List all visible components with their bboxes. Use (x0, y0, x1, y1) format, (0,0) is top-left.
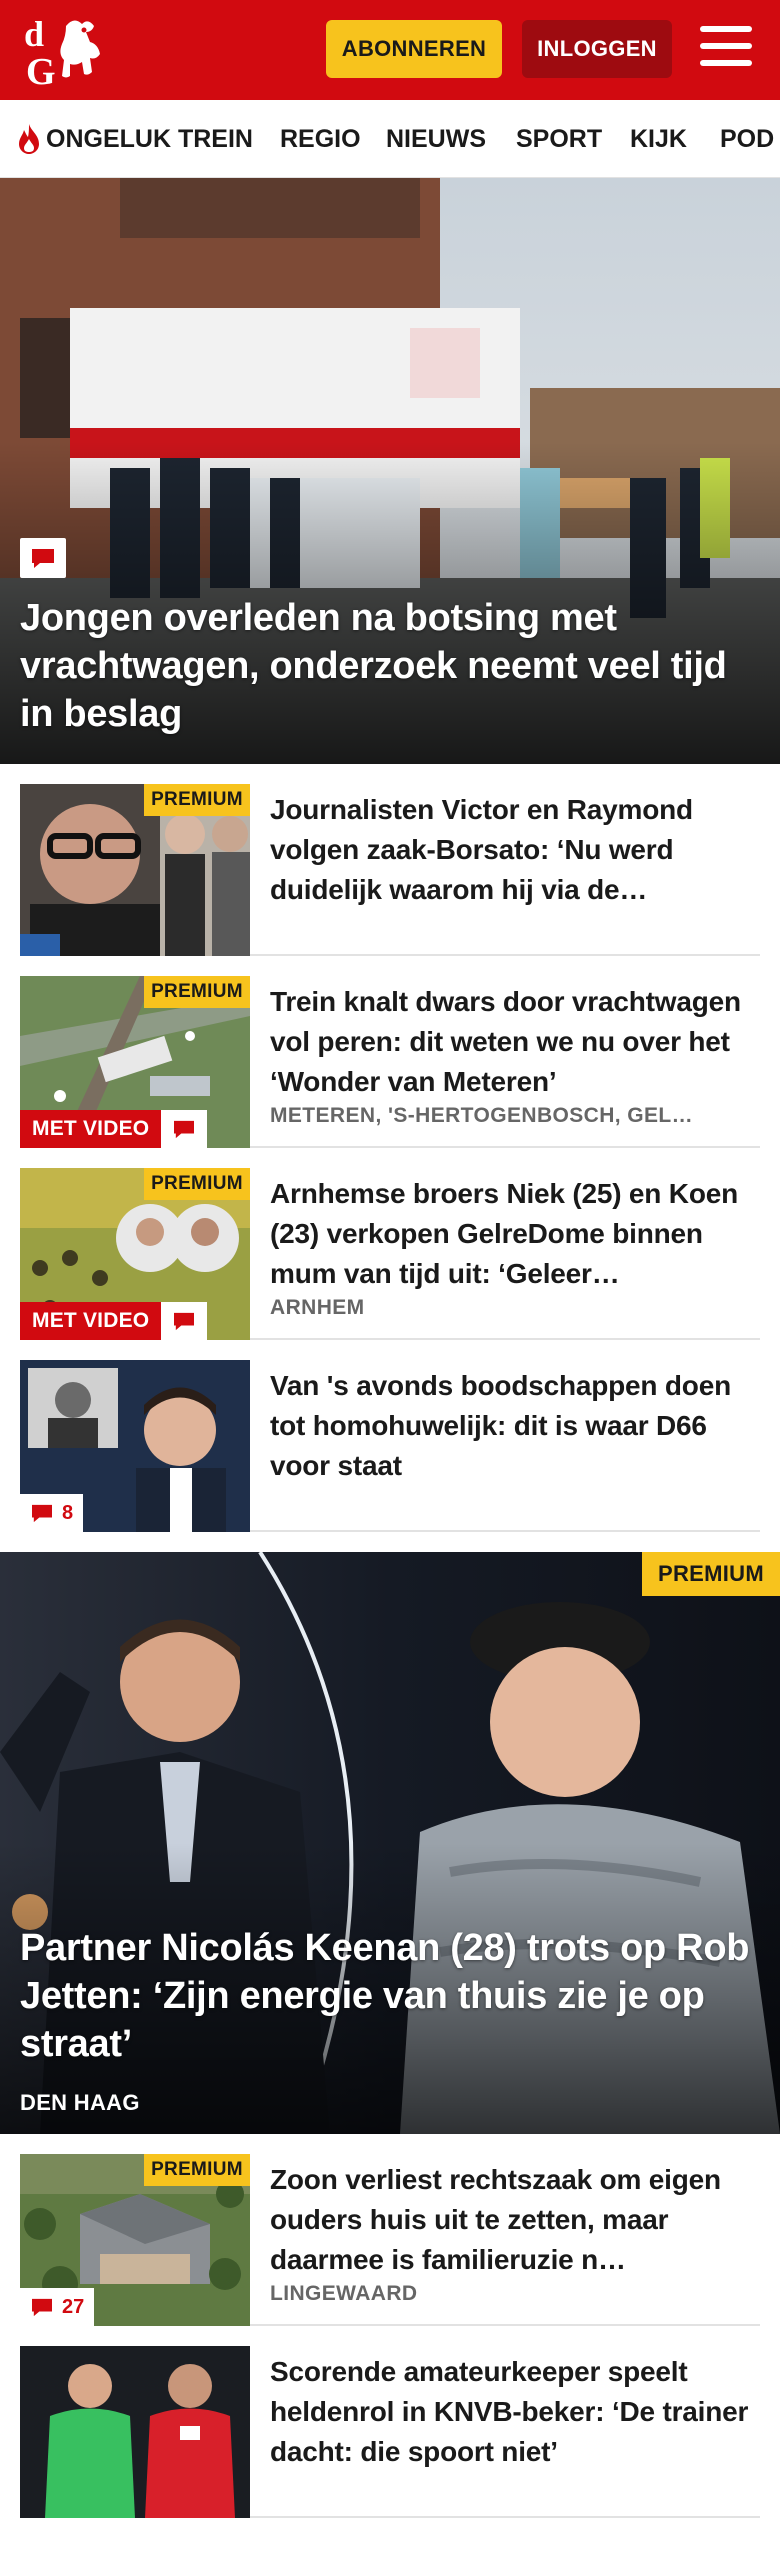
hero-title[interactable]: Jongen overleden na botsing met vrachtwa… (20, 594, 760, 738)
list-item[interactable]: PREMIUM MET VIDEO Arnhemse broers Niek (… (20, 1148, 760, 1340)
comment-count: 27 (62, 2295, 85, 2318)
comment-count-badge: 8 (20, 1494, 84, 1532)
premium-badge: PREMIUM (642, 1552, 780, 1596)
list-item[interactable]: PREMIUM Journalisten Victor en Raymond v… (20, 764, 760, 956)
hamburger-menu-icon[interactable] (700, 26, 752, 72)
article-title[interactable]: Van 's avonds boodschappen doen tot homo… (270, 1366, 760, 1486)
nav-item-sport[interactable]: SPORT (516, 100, 602, 177)
svg-text:d: d (24, 14, 44, 54)
hero-article-2[interactable]: PREMIUM Partner Nicolás Keenan (28) trot… (0, 1552, 780, 2134)
comment-icon (20, 538, 66, 578)
nav-label: ONGELUK TREIN (46, 124, 253, 153)
premium-badge: PREMIUM (144, 976, 250, 1008)
comment-count-badge: 27 (20, 2288, 95, 2326)
list-item[interactable]: 8 Van 's avonds boodschappen doen tot ho… (20, 1340, 760, 1532)
article-title[interactable]: Zoon verliest rechtszaak om eigen ouders… (270, 2160, 760, 2280)
nav-item-kijk[interactable]: KIJK (630, 100, 687, 177)
comment-icon (161, 1302, 208, 1340)
premium-badge: PREMIUM (144, 784, 250, 816)
article-location: ARNHEM (270, 1296, 365, 1319)
article-thumbnail (20, 2346, 250, 2518)
comment-count: 8 (62, 1501, 74, 1524)
section-nav: ONGELUK TREIN REGIO NIEUWS SPORT KIJK PO… (0, 100, 780, 178)
nav-item-ongeluk-trein[interactable]: ONGELUK TREIN (16, 100, 253, 177)
gelderlander-logo[interactable]: d G (22, 12, 112, 88)
list-item[interactable]: PREMIUM MET VIDEO Trein knalt dwars door… (20, 956, 760, 1148)
list-item[interactable]: Scorende amateurkeeper speelt heldenrol … (20, 2326, 760, 2518)
nav-item-nieuws[interactable]: NIEUWS (386, 100, 486, 177)
comment-icon (32, 2298, 52, 2317)
article-title[interactable]: Trein knalt dwars door vrachtwa­gen vol … (270, 982, 760, 1102)
video-badge: MET VIDEO (20, 1110, 208, 1148)
article-location: LINGEWAARD (270, 2282, 418, 2305)
article-title[interactable]: Journalisten Victor en Raymond volgen za… (270, 790, 760, 910)
article-location: METEREN, 'S-HERTOGENBOSCH, GEL… (270, 1104, 694, 1127)
svg-text:G: G (26, 51, 56, 88)
article-thumbnail: PREMIUM MET VIDEO (20, 1168, 250, 1340)
article-title[interactable]: Arnhemse broers Niek (25) en Koen (23) v… (270, 1174, 760, 1294)
premium-badge: PREMIUM (144, 1168, 250, 1200)
article-thumbnail: PREMIUM 27 (20, 2154, 250, 2326)
top-bar: d G ABONNEREN INLOGGEN (0, 0, 780, 100)
hero-title[interactable]: Partner Nicolás Keenan (28) trots op Rob… (20, 1924, 760, 2068)
flame-icon (19, 124, 39, 154)
comment-icon (32, 1504, 52, 1523)
comment-icon (161, 1110, 208, 1148)
list-item[interactable]: PREMIUM 27 Zoon verliest rechtszaak om e… (20, 2134, 760, 2326)
hero-article-1[interactable]: Jongen overleden na botsing met vrachtwa… (0, 178, 780, 764)
hero-location: DEN HAAG (20, 2090, 140, 2115)
article-thumbnail: PREMIUM MET VIDEO (20, 976, 250, 1148)
subscribe-button[interactable]: ABONNEREN (326, 20, 502, 78)
premium-badge: PREMIUM (144, 2154, 250, 2186)
article-thumbnail: PREMIUM (20, 784, 250, 956)
nav-item-regio[interactable]: REGIO (280, 100, 361, 177)
video-badge: MET VIDEO (20, 1302, 208, 1340)
video-badge-label: MET VIDEO (20, 1110, 162, 1148)
login-button[interactable]: INLOGGEN (522, 20, 672, 78)
article-title[interactable]: Scorende amateurkeeper speelt heldenrol … (270, 2352, 760, 2472)
nav-item-pod[interactable]: POD (720, 100, 774, 177)
article-thumbnail: 8 (20, 1360, 250, 1532)
video-badge-label: MET VIDEO (20, 1302, 162, 1340)
